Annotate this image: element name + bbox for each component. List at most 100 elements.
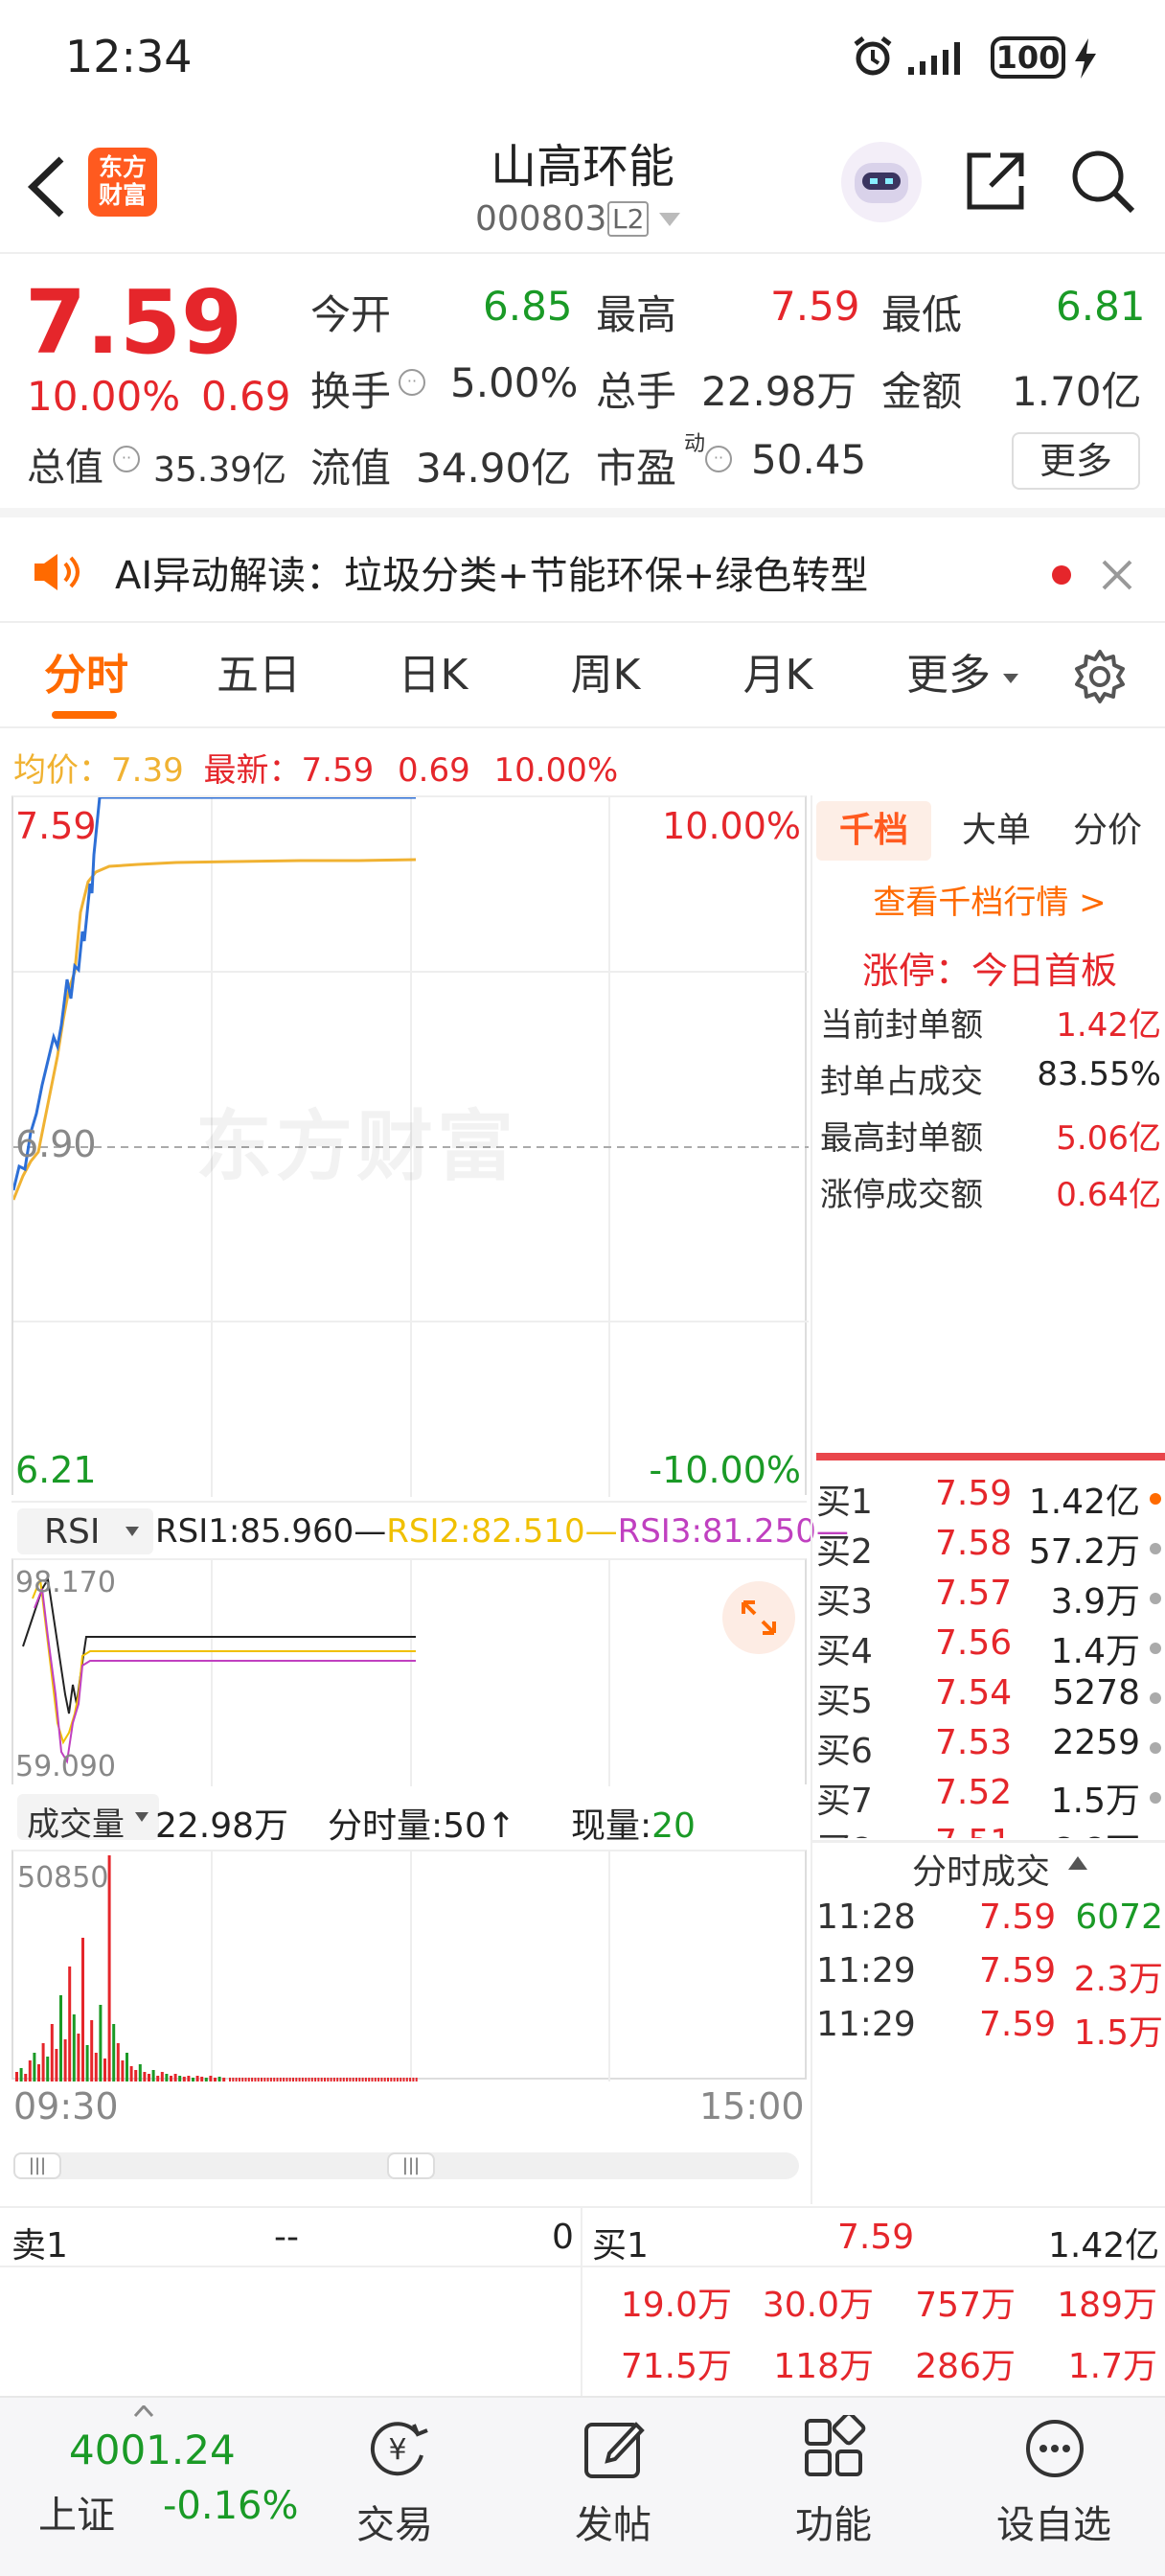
nav-functions-label: 功能 (795, 2503, 872, 2547)
limit-stat-value: 5.06亿 (1056, 1119, 1161, 1158)
bid-row[interactable]: 买2 7.58 57.2万 (816, 1524, 1163, 1574)
volume-bar (195, 2076, 199, 2082)
time-range-slider[interactable]: ||| ||| (13, 2152, 799, 2179)
queue-order: 757万 (915, 2286, 1016, 2325)
queue-order: 286万 (915, 2347, 1016, 2386)
bid-row[interactable]: 买5 7.54 5278 (816, 1673, 1163, 1723)
bid-row[interactable]: 买4 7.56 1.4万 (816, 1623, 1163, 1673)
ai-assistant-avatar[interactable] (841, 142, 922, 222)
limit-stat-label: 最高封单额 (820, 1119, 983, 1158)
volume-bar (283, 2078, 286, 2082)
active-tab-indicator (52, 711, 117, 719)
bid-row[interactable]: 买8 7.51 6.8万 (816, 1823, 1163, 1838)
end-time-label: 15:00 (699, 2085, 805, 2128)
limit-stat-label: 封单占成交 (820, 1063, 983, 1101)
float-value: 34.90亿 (416, 445, 572, 492)
gear-icon[interactable] (1071, 648, 1129, 705)
tab-price-distribution[interactable]: 分价 (1060, 801, 1155, 861)
dropdown-arrow-icon (1003, 674, 1018, 683)
change-pct: 10.00% (27, 373, 181, 420)
low-label: 最低 (881, 291, 963, 338)
charging-icon (1075, 38, 1096, 79)
rsi-bottom-value: 59.090 (15, 1750, 116, 1783)
slider-right-handle[interactable]: ||| (387, 2152, 435, 2179)
volume-bar (368, 2078, 371, 2082)
back-icon[interactable] (23, 153, 71, 220)
search-icon[interactable] (1069, 148, 1138, 217)
bid-price: 7.54 (935, 1673, 1013, 1713)
ai-banner-text: AI异动解读：垃圾分类+节能环保+绿色转型 (115, 554, 869, 598)
nav-add-watchlist[interactable]: 设自选 (958, 2398, 1150, 2576)
tab-more[interactable]: 更多 (891, 623, 1006, 728)
bid-list[interactable]: 买1 7.59 1.42亿 买2 7.58 57.2万 买3 7.57 3.9万 买4 7.56 1.… (812, 1474, 1165, 1838)
volume-bar (222, 2078, 226, 2082)
bid-row[interactable]: 买1 7.59 1.42亿 (816, 1474, 1163, 1524)
volume-bar (151, 2070, 155, 2082)
tab-big-orders[interactable]: 大单 (948, 801, 1044, 861)
volume-bar (346, 2078, 349, 2082)
tab-daily-k[interactable]: 日K (366, 623, 500, 728)
volume-bar (247, 2078, 250, 2082)
tab-five-day[interactable]: 五日 (192, 623, 326, 728)
trade-list[interactable]: 11:28 7.59 6072 11:29 7.59 2.3万 11:29 7.59 1.5万 (812, 1898, 1165, 2060)
bid-row[interactable]: 买3 7.57 3.9万 (816, 1574, 1163, 1623)
volume-chart[interactable]: 50850 (11, 1850, 807, 2082)
ai-banner[interactable]: AI异动解读：垃圾分类+节能环保+绿色转型 (0, 508, 1165, 623)
nav-trade-label: 交易 (356, 2503, 433, 2547)
index-widget[interactable]: 4001.24 上证 -0.16% (0, 2398, 299, 2576)
trade-price: 7.59 (979, 1951, 1057, 1990)
intraday-chart[interactable]: 东方财富 7.59 10.00% 6.90 6.21 -10.00% (11, 795, 809, 1497)
volume-bar (143, 2072, 147, 2082)
queue-order: 30.0万 (762, 2286, 874, 2325)
queue-order: 19.0万 (620, 2286, 732, 2325)
chart-top-price: 7.59 (15, 805, 97, 847)
level2-badge[interactable]: L2 (607, 201, 650, 237)
unread-dot (1052, 565, 1071, 585)
volume-bar (182, 2077, 186, 2082)
tab-weekly-k[interactable]: 周K (538, 623, 673, 728)
queue-order: 189万 (1057, 2286, 1157, 2325)
nav-functions[interactable]: 功能 (738, 2398, 929, 2576)
sell1-price: -- (274, 2218, 299, 2257)
volume-bar (393, 2078, 396, 2082)
info-icon[interactable]: ·· (399, 369, 425, 396)
high-label: 最高 (596, 291, 677, 338)
bid-row[interactable]: 买6 7.53 2259 (816, 1723, 1163, 1773)
tab-order-depth[interactable]: 千档 (816, 801, 931, 861)
bid-label: 买5 (816, 1682, 873, 1721)
share-icon[interactable] (962, 148, 1029, 215)
volume-bar (352, 2078, 354, 2082)
volume-bar (266, 2078, 269, 2082)
more-button[interactable]: 更多 (1012, 432, 1140, 490)
dropdown-arrow-icon[interactable] (657, 211, 682, 228)
trades-title[interactable]: 分时成交 (912, 1844, 1050, 1894)
bid-row[interactable]: 买7 7.52 1.5万 (816, 1773, 1163, 1823)
volume-bar (364, 2078, 367, 2082)
rsi-chart[interactable]: 98.170 59.090 (11, 1558, 807, 1786)
limit-stat-value: 1.42亿 (1056, 1006, 1161, 1045)
volume-label: 总手 (596, 368, 677, 415)
logo-text-2: 财富 (98, 181, 147, 209)
rsi-selector[interactable]: RSI (17, 1508, 153, 1554)
volume-bar (19, 2068, 23, 2082)
nav-trade[interactable]: ¥ 交易 (299, 2398, 491, 2576)
volume-bar (235, 2078, 238, 2082)
expand-button[interactable] (722, 1581, 795, 1654)
expand-icon (742, 1600, 776, 1635)
nav-post[interactable]: 发帖 (517, 2398, 709, 2576)
view-depth-link[interactable]: 查看千档行情 > (812, 876, 1165, 923)
volume-bar (68, 1966, 72, 2082)
limit-stat-row: 最高封单额 5.06亿 (820, 1112, 1161, 1162)
slider-left-handle[interactable]: ||| (13, 2152, 61, 2179)
volume-selector[interactable]: 成交量 (17, 1794, 159, 1844)
volume-bar (46, 2057, 50, 2082)
bid-label: 买8 (816, 1823, 873, 1838)
current-volume: 现量:20 (571, 1798, 696, 1848)
volume-bar (336, 2078, 339, 2082)
volume-bar (170, 2076, 172, 2082)
tab-monthly-k[interactable]: 月K (711, 623, 845, 728)
info-icon[interactable]: ·· (113, 446, 140, 472)
close-icon[interactable] (1100, 558, 1134, 592)
volume-bar (148, 2074, 150, 2082)
info-icon[interactable]: ·· (705, 446, 732, 472)
